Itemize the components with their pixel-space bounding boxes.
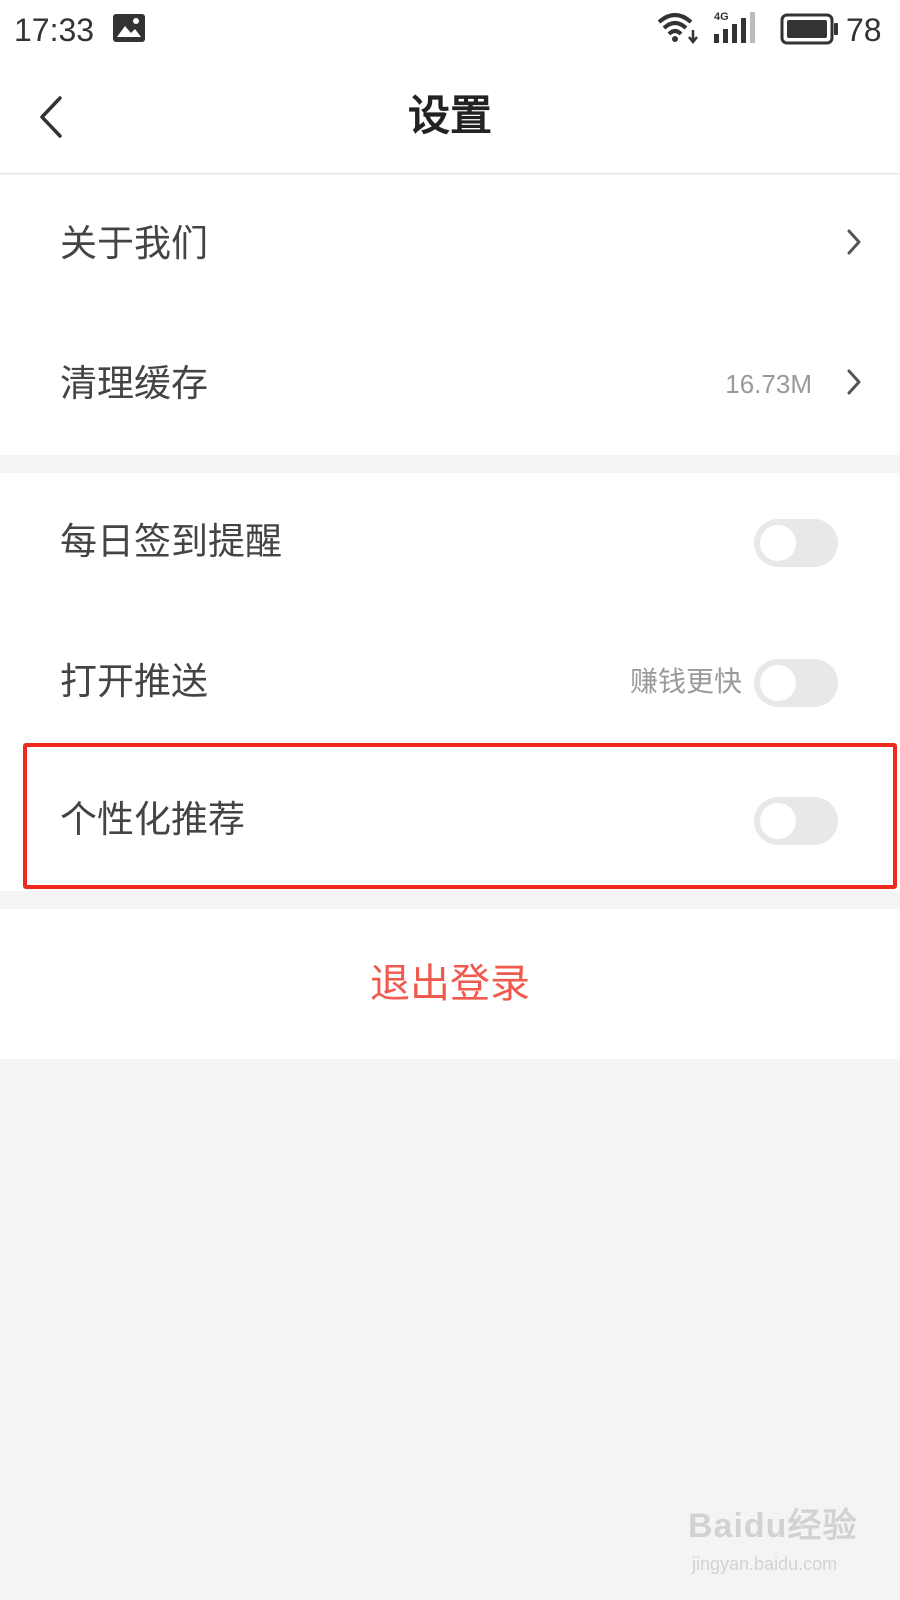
wifi-icon: [655, 10, 699, 50]
network-type-label: 4G: [714, 11, 729, 23]
push-toggle[interactable]: [754, 659, 838, 707]
about-us-label: 关于我们: [60, 222, 208, 265]
cache-size-value: 16.73M: [725, 369, 812, 399]
toggle-knob: [760, 665, 796, 701]
push-row: 打开推送 赚钱更快: [0, 613, 900, 753]
status-time: 17:33: [14, 12, 95, 48]
chevron-right-icon: [846, 227, 862, 261]
checkin-reminder-toggle[interactable]: [754, 519, 838, 567]
settings-group-general: 关于我们 清理缓存 16.73M: [0, 175, 900, 455]
checkin-reminder-label: 每日签到提醒: [60, 520, 282, 563]
signal-icon: 4G: [712, 10, 768, 50]
baidu-jingyan-watermark: Baidu经验 jingyan.baidu.com: [688, 1498, 888, 1588]
logout-button[interactable]: 退出登录: [0, 957, 900, 1011]
highlight-box: [23, 743, 897, 889]
about-us-row[interactable]: 关于我们: [0, 175, 900, 315]
nav-bar: 设置: [0, 60, 900, 174]
clear-cache-label: 清理缓存: [60, 362, 208, 405]
battery-level: 78: [846, 12, 882, 48]
clear-cache-row[interactable]: 清理缓存 16.73M: [0, 315, 900, 455]
push-hint: 赚钱更快: [629, 665, 742, 698]
checkin-reminder-row: 每日签到提醒: [0, 473, 900, 613]
logout-section: 退出登录: [0, 909, 900, 1059]
page-title: 设置: [407, 91, 492, 140]
battery-icon: [780, 12, 840, 50]
status-bar: 17:33 4G 78: [0, 0, 900, 60]
push-label: 打开推送: [60, 660, 208, 703]
picture-icon: [112, 13, 146, 47]
watermark-brand: Baidu经验: [688, 1507, 858, 1545]
toggle-knob: [760, 525, 796, 561]
chevron-right-icon: [846, 367, 862, 401]
watermark-url: jingyan.baidu.com: [692, 1554, 838, 1574]
